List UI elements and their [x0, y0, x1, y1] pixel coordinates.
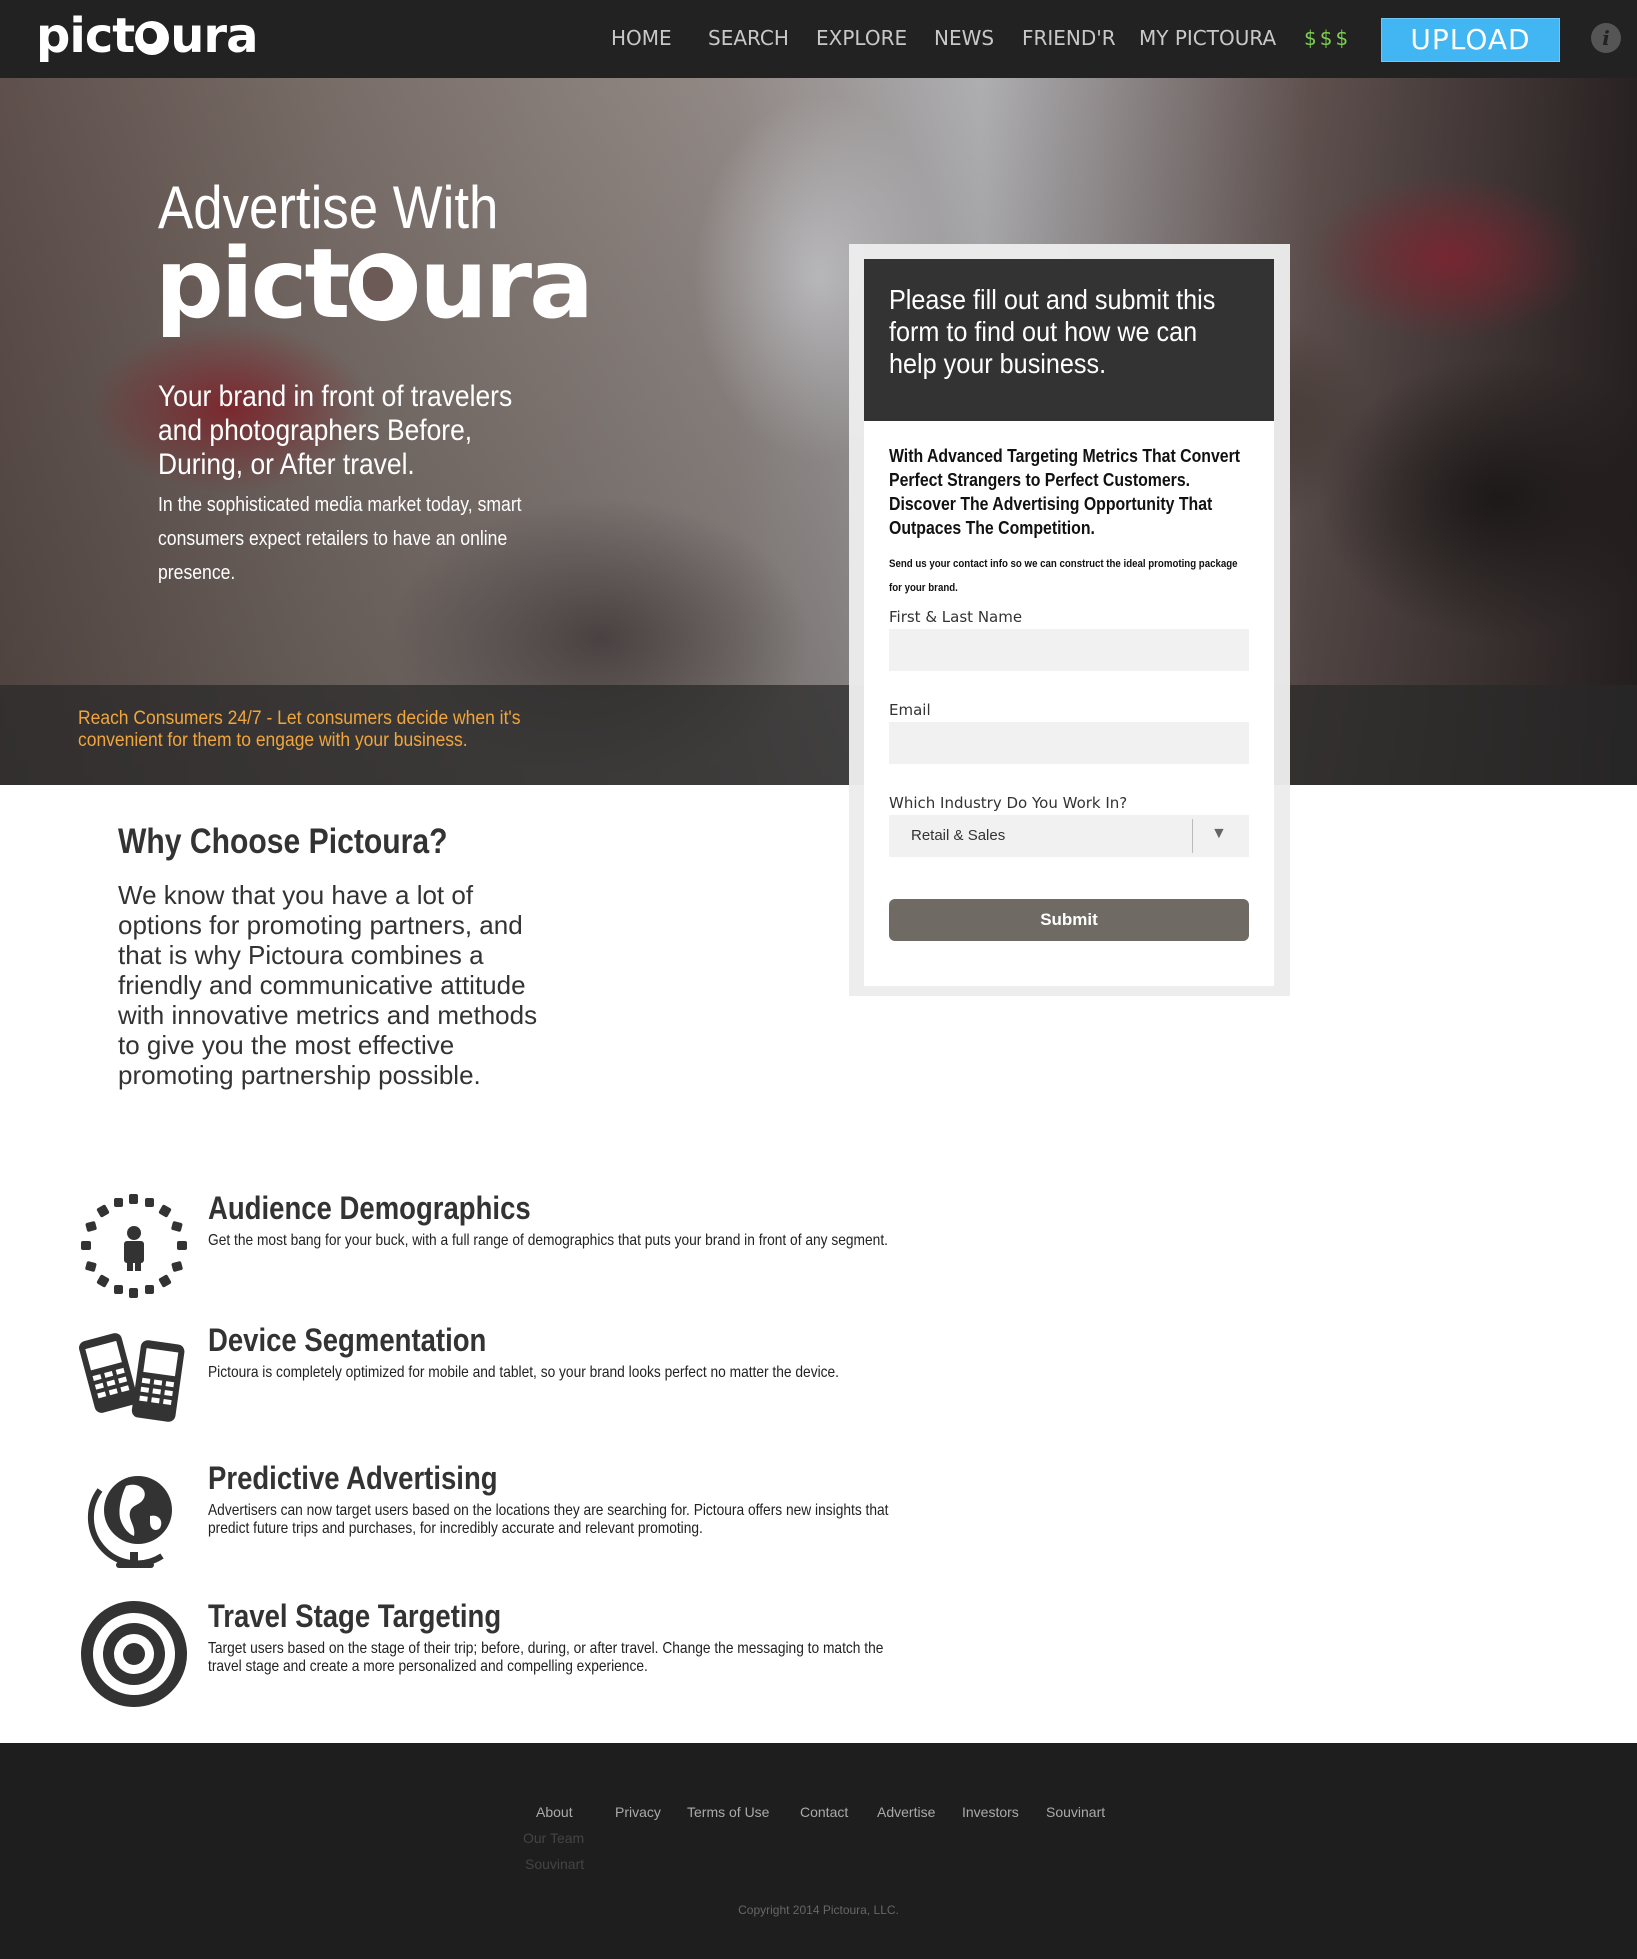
nav-search[interactable]: SEARCH	[708, 26, 789, 50]
footer	[0, 1743, 1637, 1959]
info-icon[interactable]: i	[1591, 23, 1621, 53]
feature-desc: Advertisers can now target users based o…	[208, 1502, 889, 1537]
hero-tagline: Your brand in front of travelers and pho…	[158, 380, 513, 481]
footer-link-souvinart-sub[interactable]: Souvinart	[525, 1856, 584, 1872]
why-text: We know that you have a lot of options f…	[118, 880, 538, 1090]
footer-link-about[interactable]: About	[536, 1804, 573, 1820]
footer-link-souvinart[interactable]: Souvinart	[1046, 1804, 1105, 1820]
feature-title: Device Segmentation	[208, 1322, 487, 1358]
target-icon	[81, 1601, 187, 1707]
footer-link-investors[interactable]: Investors	[962, 1804, 1019, 1820]
feature-audience: Audience Demographics Get the most bang …	[0, 1190, 1000, 1310]
top-navbar: pict ura HOME SEARCH EXPLORE NEWS FRIEND'…	[0, 0, 1637, 78]
industry-label: Which Industry Do You Work In?	[889, 794, 1128, 812]
footer-link-terms[interactable]: Terms of Use	[687, 1804, 769, 1820]
form-heading: Please fill out and submit this form to …	[889, 284, 1216, 379]
footer-link-contact[interactable]: Contact	[800, 1804, 848, 1820]
feature-travel-stage: Travel Stage Targeting Target users base…	[0, 1598, 1000, 1718]
nav-my-pictoura[interactable]: MY PICTOURA	[1139, 26, 1276, 50]
globe-logo-icon	[349, 253, 418, 321]
chevron-down-icon: ▼	[1211, 825, 1227, 842]
submit-button[interactable]: Submit	[889, 899, 1249, 941]
footer-link-our-team[interactable]: Our Team	[523, 1830, 584, 1846]
nav-friendr[interactable]: FRIEND'R	[1022, 26, 1116, 50]
nav-money[interactable]: $$$	[1304, 26, 1351, 50]
feature-desc: Get the most bang for your buck, with a …	[208, 1232, 888, 1249]
hero-reach-text: Reach Consumers 24/7 - Let consumers dec…	[78, 708, 521, 751]
nav-explore[interactable]: EXPLORE	[816, 26, 907, 50]
devices-icon	[79, 1333, 185, 1422]
feature-predictive: Predictive Advertising Advertisers can n…	[0, 1460, 1000, 1580]
hero-subtext: In the sophisticated media market today,…	[158, 494, 522, 584]
feature-devices: Device Segmentation Pictoura is complete…	[0, 1322, 1000, 1442]
why-title: Why Choose Pictoura?	[118, 822, 448, 861]
form-intro: With Advanced Targeting Metrics That Con…	[889, 446, 1241, 538]
industry-select[interactable]: Retail & Sales ▼	[889, 815, 1249, 857]
upload-button[interactable]: UPLOAD	[1381, 18, 1560, 62]
hero-banner: Advertise With pict ura Your brand in fro…	[0, 78, 1637, 785]
footer-link-advertise[interactable]: Advertise	[877, 1804, 935, 1820]
name-label: First & Last Name	[889, 608, 1023, 626]
industry-select-value: Retail & Sales	[911, 827, 1006, 844]
feature-desc: Target users based on the stage of their…	[208, 1640, 884, 1675]
footer-link-privacy[interactable]: Privacy	[615, 1804, 661, 1820]
hero-logo: pict ura	[155, 228, 594, 340]
form-note: Send us your contact info so we can cons…	[889, 558, 1238, 594]
select-divider	[1192, 819, 1193, 853]
name-field[interactable]	[889, 629, 1249, 671]
feature-desc: Pictoura is completely optimized for mob…	[208, 1364, 839, 1381]
email-field[interactable]	[889, 722, 1249, 764]
feature-title: Predictive Advertising	[208, 1460, 498, 1496]
nav-news[interactable]: NEWS	[934, 26, 994, 50]
feature-title: Travel Stage Targeting	[208, 1598, 502, 1634]
globe-icon	[87, 1476, 172, 1568]
audience-icon	[81, 1194, 187, 1298]
footer-copyright: Copyright 2014 Pictoura, LLC.	[738, 1903, 899, 1917]
email-label: Email	[889, 701, 931, 719]
nav-home[interactable]: HOME	[611, 26, 672, 50]
feature-title: Audience Demographics	[208, 1190, 531, 1226]
